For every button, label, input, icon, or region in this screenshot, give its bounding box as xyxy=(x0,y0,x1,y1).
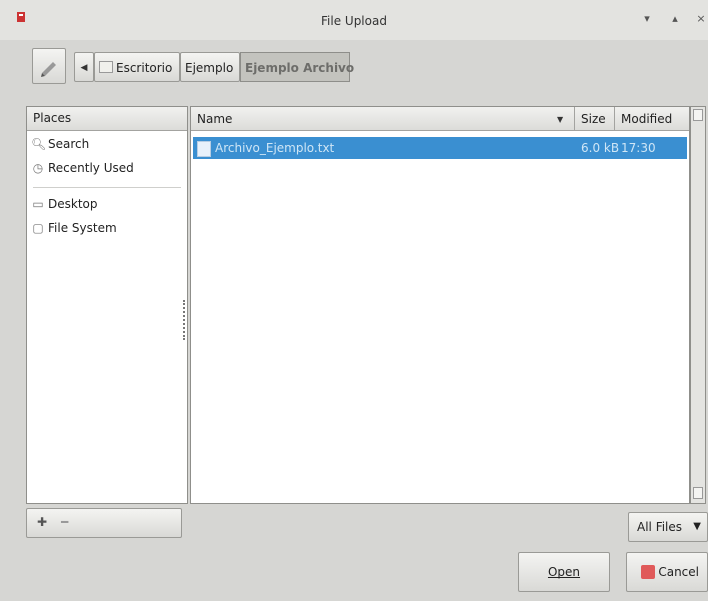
cancel-button[interactable]: Cancel xyxy=(626,552,708,592)
crumb-label: Escritorio xyxy=(116,61,173,75)
path-back-button[interactable]: ◀ xyxy=(74,52,94,82)
places-pane: Places 🔍︎ Search ◷ Recently Used ▭ Desktop … xyxy=(26,106,188,504)
place-label: Desktop xyxy=(48,197,98,211)
vertical-scrollbar[interactable] xyxy=(690,106,706,504)
minimize-icon[interactable]: ▾ xyxy=(640,12,654,26)
file-list: Name ▼ Size Modified Archivo_Ejemplo.txt… xyxy=(190,106,690,504)
column-size-label: Size xyxy=(581,112,606,126)
file-modified: 17:30 xyxy=(621,141,656,155)
open-button[interactable]: Open xyxy=(518,552,610,592)
cancel-button-label: Cancel xyxy=(658,565,699,579)
pencil-icon xyxy=(41,62,56,77)
place-label: Recently Used xyxy=(48,161,134,175)
place-label: Search xyxy=(48,137,90,151)
table-row[interactable]: Archivo_Ejemplo.txt 6.0 kB 17:30 xyxy=(193,137,687,159)
clock-icon: ◷ xyxy=(32,161,44,175)
places-divider xyxy=(33,187,181,188)
column-name-label: Name xyxy=(197,112,233,126)
remove-bookmark-icon[interactable]: ━ xyxy=(61,515,68,529)
place-desktop[interactable]: ▭ Desktop xyxy=(31,193,183,215)
open-button-label: Open xyxy=(547,565,581,579)
column-header-modified[interactable]: Modified xyxy=(615,107,689,131)
crumb-ejemplo-archivo[interactable]: Ejemplo Archivo xyxy=(240,52,354,82)
scroll-down-stepper[interactable] xyxy=(693,487,703,499)
add-bookmark-icon[interactable]: ✚ xyxy=(37,515,47,529)
column-header-name[interactable]: Name xyxy=(191,107,575,131)
file-filter-select[interactable]: All Files ▼ xyxy=(628,512,708,542)
places-header-label: Places xyxy=(33,111,72,125)
place-label: File System xyxy=(48,221,117,235)
places-header[interactable]: Places xyxy=(27,107,187,131)
search-icon: 🔍︎ xyxy=(31,137,47,151)
dropdown-arrow-icon: ▼ xyxy=(693,521,701,532)
place-file-system[interactable]: ▢ File System xyxy=(31,217,183,239)
filter-selected-value: All Files xyxy=(637,520,683,534)
crumb-ejemplo[interactable]: Ejemplo xyxy=(180,52,240,82)
file-name: Archivo_Ejemplo.txt xyxy=(215,141,335,155)
pane-resize-handle[interactable] xyxy=(183,300,186,340)
folder-icon: ▭ xyxy=(32,197,44,211)
place-recently-used[interactable]: ◷ Recently Used xyxy=(31,157,183,179)
file-size: 6.0 kB xyxy=(581,141,620,155)
scroll-up-stepper[interactable] xyxy=(693,109,703,121)
cancel-icon xyxy=(641,565,655,579)
column-modified-label: Modified xyxy=(621,112,673,126)
close-icon[interactable]: × xyxy=(694,12,708,26)
crumb-escritorio[interactable]: Escritorio xyxy=(94,52,180,82)
maximize-icon[interactable]: ▴ xyxy=(668,12,682,26)
file-icon xyxy=(197,141,211,157)
sort-down-icon: ▼ xyxy=(557,115,564,124)
column-header-size[interactable]: Size xyxy=(575,107,615,131)
chevron-left-icon: ◀ xyxy=(80,63,88,73)
folder-icon xyxy=(99,61,113,73)
place-search[interactable]: 🔍︎ Search xyxy=(31,133,183,155)
window-title: File Upload xyxy=(321,14,387,28)
bookmark-buttons: ✚ ━ xyxy=(26,508,182,538)
edit-path-button[interactable] xyxy=(32,48,66,84)
drive-icon: ▢ xyxy=(32,221,44,235)
